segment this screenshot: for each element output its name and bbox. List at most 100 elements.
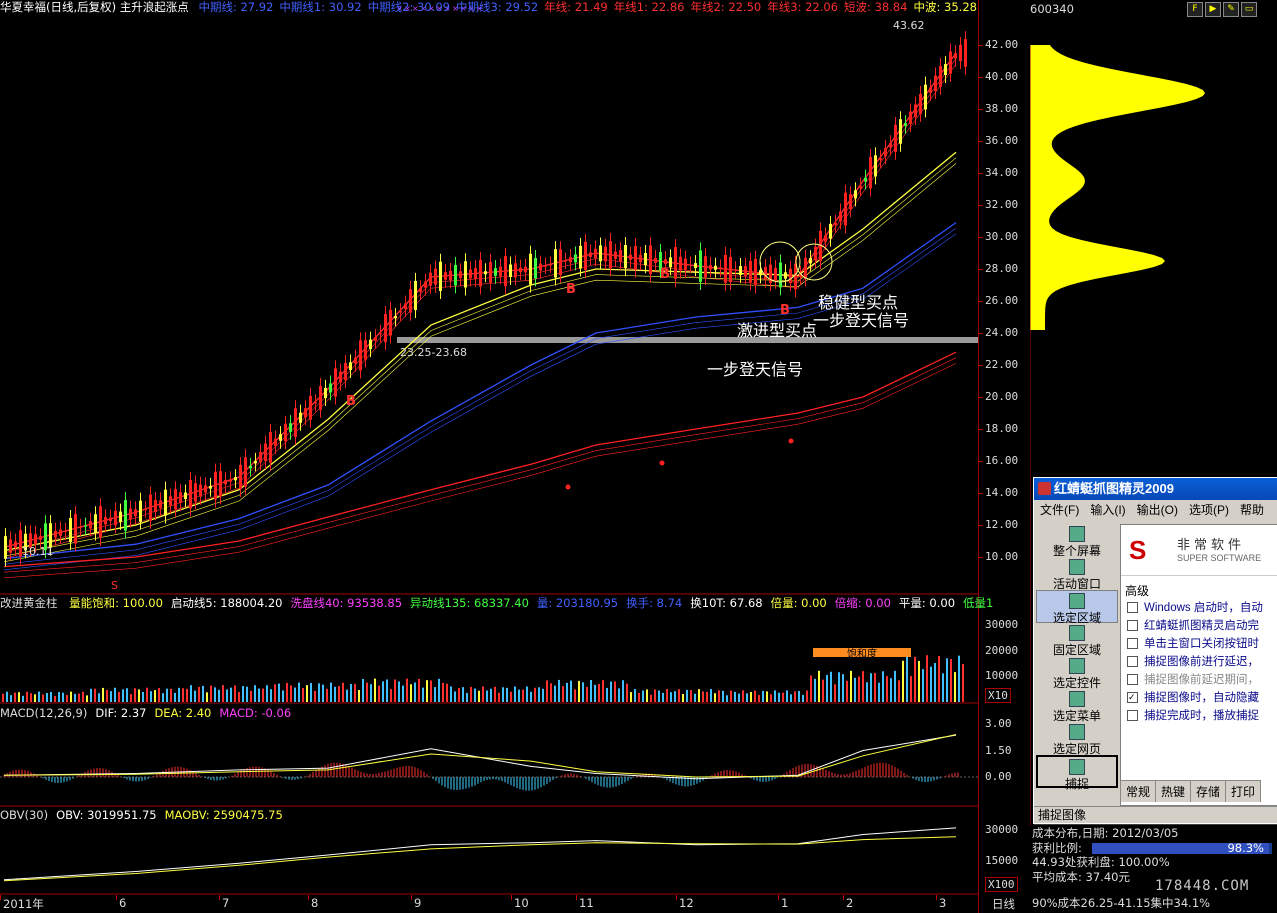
- flag-icon[interactable]: ▶: [1205, 2, 1221, 17]
- option-checkbox[interactable]: [1127, 602, 1138, 614]
- price-axis: 42.00 40.00 38.00 36.00 34.00 32.00 30.00 28.00…: [978, 0, 1031, 913]
- volume-bar: [358, 689, 360, 702]
- volume-bar: [574, 689, 576, 702]
- capture-app-window[interactable]: 红蜻蜓抓图精灵2009 文件(F) 输入(I) 输出(O) 选项(P) 帮助 整个屏幕活…: [1033, 477, 1277, 824]
- candle-body: [34, 534, 37, 545]
- volume-bar: [394, 679, 396, 702]
- volume-bar: [402, 685, 404, 702]
- window-icon[interactable]: ▭: [1241, 2, 1257, 17]
- capture-mode-button-5[interactable]: 选定菜单: [1036, 689, 1118, 723]
- volume-bar: [854, 677, 856, 702]
- option-row[interactable]: Windows 启动时，自动: [1121, 599, 1277, 617]
- capture-mode-button-3[interactable]: 固定区域: [1036, 623, 1118, 657]
- option-checkbox[interactable]: [1127, 620, 1138, 632]
- main-chart-area[interactable]: × × × × × × × × × × × 饱和度: [0, 0, 1030, 913]
- volume-bar: [762, 690, 764, 702]
- option-row[interactable]: 红蜻蜓抓图精灵启动完: [1121, 617, 1277, 635]
- option-row[interactable]: 捕捉完成时，播放捕捉: [1121, 707, 1277, 725]
- options-tab-1[interactable]: 热键: [1155, 780, 1192, 802]
- volume-bar: [282, 690, 284, 702]
- capture-mode-label: 捕捉: [1064, 777, 1089, 791]
- obv-indicator-0: OBV(30): [0, 808, 49, 822]
- volume-bar: [6, 691, 8, 702]
- web-icon: [1069, 724, 1085, 740]
- candle-body: [309, 395, 312, 420]
- candle-body: [554, 249, 557, 278]
- macd-line-1: [3, 734, 957, 778]
- option-checkbox[interactable]: [1127, 710, 1138, 722]
- option-checkbox[interactable]: ✓: [1127, 692, 1138, 704]
- options-tab-3[interactable]: 打印: [1225, 780, 1262, 802]
- chart-tool-icon[interactable]: F: [1187, 2, 1203, 17]
- volume-bar: [158, 687, 160, 702]
- candle-body: [74, 513, 77, 544]
- candle-body: [399, 311, 402, 313]
- volume-bar: [134, 688, 136, 702]
- candle-body: [449, 270, 452, 281]
- period-label[interactable]: 日线: [992, 896, 1015, 912]
- date-tick-mark: [116, 895, 117, 900]
- candle-body: [94, 514, 97, 533]
- concentration: 90%成本26.25-41.15集中34.1%: [1032, 896, 1211, 910]
- buy-marker: B: [566, 282, 576, 297]
- option-checkbox[interactable]: [1127, 656, 1138, 668]
- stock-code: 600340: [1030, 2, 1074, 16]
- volume-bar: [234, 685, 236, 702]
- option-checkbox[interactable]: [1127, 638, 1138, 650]
- menu-item-1[interactable]: 输入(I): [1090, 503, 1125, 517]
- volume-bar: [146, 687, 148, 702]
- candle-body: [929, 87, 932, 93]
- volume-bar: [354, 683, 356, 702]
- option-label: 红蜻蜓抓图精灵启动完: [1144, 620, 1259, 632]
- volume-bar: [886, 676, 888, 702]
- profit-at-price: 44.93处获利盘: 100.00%: [1032, 855, 1170, 869]
- capture-mode-button-1[interactable]: 活动窗口: [1036, 557, 1118, 591]
- price-tick-label: 22.00: [985, 358, 1019, 371]
- volume-bar: [650, 694, 652, 702]
- volume-bar: [486, 690, 488, 702]
- volume-bar: [838, 672, 840, 702]
- price-tick-label: 12.00: [985, 518, 1019, 531]
- camera-icon: [1069, 759, 1085, 775]
- candle-body: [754, 258, 757, 286]
- volume-bar: [362, 678, 364, 702]
- menu-item-0[interactable]: 文件(F): [1040, 503, 1079, 517]
- volume-bar: [626, 683, 628, 702]
- volume-bar: [2, 693, 4, 702]
- volume-bar: [262, 688, 264, 702]
- option-checkbox[interactable]: [1127, 674, 1138, 686]
- volume-bar: [346, 689, 348, 702]
- capture-mode-button-2[interactable]: 选定区域: [1036, 590, 1118, 625]
- option-row[interactable]: 单击主窗口关闭按钮时: [1121, 635, 1277, 653]
- candle-body: [699, 250, 702, 282]
- capture-mode-button-7[interactable]: 捕捉: [1036, 755, 1118, 791]
- options-tab-0[interactable]: 常规: [1120, 780, 1157, 802]
- menu-item-4[interactable]: 帮助: [1240, 503, 1264, 517]
- option-row[interactable]: ✓ 捕捉图像时，自动隐藏: [1121, 689, 1277, 707]
- volume-bar: [790, 694, 792, 702]
- volume-bar: [334, 686, 336, 702]
- capture-mode-button-0[interactable]: 整个屏幕: [1036, 524, 1118, 558]
- menu-item-2[interactable]: 输出(O): [1137, 503, 1178, 517]
- volume-bar: [558, 679, 560, 702]
- menu-item-3[interactable]: 选项(P): [1189, 503, 1229, 517]
- candle-body: [429, 272, 432, 286]
- capture-mode-button-6[interactable]: 选定网页: [1036, 722, 1118, 756]
- option-row[interactable]: 捕捉图像前延迟期间，: [1121, 671, 1277, 689]
- candle-body: [64, 530, 67, 532]
- volume-bar: [114, 687, 116, 702]
- draw-tool-icon[interactable]: ✎: [1223, 2, 1239, 17]
- volume-bar: [30, 693, 32, 702]
- options-tab-2[interactable]: 存储: [1190, 780, 1227, 802]
- candle-body: [924, 84, 927, 110]
- candle-body: [574, 254, 577, 263]
- price-tick-mark: [979, 397, 983, 398]
- candle-body: [14, 541, 17, 548]
- volume-bar: [734, 691, 736, 702]
- capture-mode-button-4[interactable]: 选定控件: [1036, 656, 1118, 690]
- volume-bar: [722, 690, 724, 702]
- volume-bar: [306, 685, 308, 702]
- option-row[interactable]: 捕捉图像前进行延迟，: [1121, 653, 1277, 671]
- window-titlebar[interactable]: 红蜻蜓抓图精灵2009: [1034, 478, 1277, 500]
- volume-panel-title: 改进黄金柱: [0, 596, 58, 610]
